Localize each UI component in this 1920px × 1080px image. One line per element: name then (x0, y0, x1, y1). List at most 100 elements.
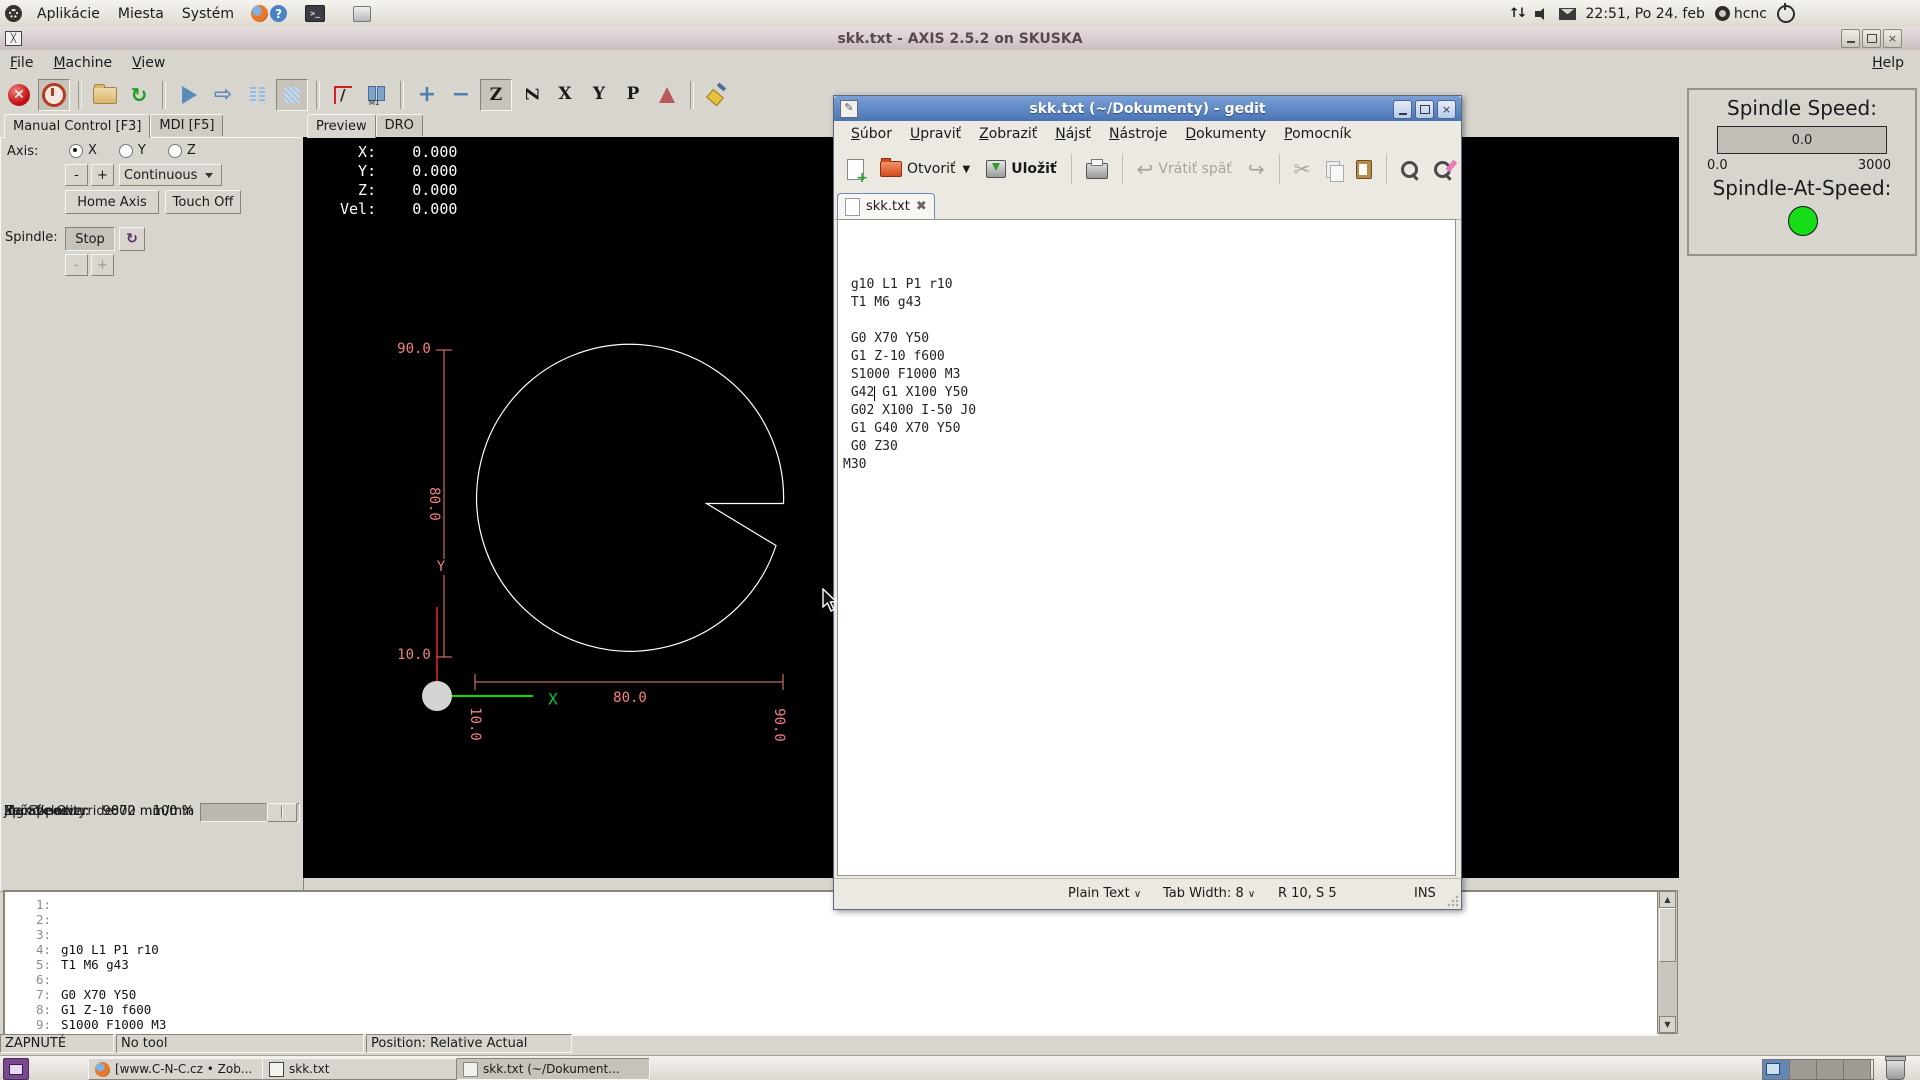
user-menu[interactable]: hcnc (1715, 6, 1767, 22)
clear-plot-button[interactable] (702, 80, 732, 110)
copy-button[interactable] (1321, 152, 1345, 186)
program-line[interactable]: 7: G0 X70 Y50 (5, 987, 1657, 1002)
gedit-close-button[interactable]: × (1437, 100, 1456, 119)
workspace-2[interactable] (1790, 1060, 1817, 1079)
machine-power-button[interactable] (38, 79, 70, 111)
zoom-in-button[interactable]: + (412, 80, 442, 110)
distro-logo-icon[interactable] (5, 5, 22, 22)
spindle-plus-button[interactable]: + (91, 254, 114, 276)
open-file-button[interactable] (90, 80, 120, 110)
program-listing[interactable]: 1: 2: 3: 4: g10 L1 P1 r10 5: T1 M6 g43 6… (3, 890, 1659, 1036)
cut-button[interactable]: ✂ (1289, 152, 1316, 186)
workspace-4[interactable] (1844, 1060, 1871, 1079)
touch-off-button[interactable]: Touch Off (165, 190, 241, 214)
volume-icon[interactable] (1535, 8, 1549, 20)
step-button[interactable]: ⇨ (208, 80, 238, 110)
view-button[interactable]: Z (480, 79, 512, 111)
gedit-minimize-button[interactable] (1393, 100, 1412, 119)
skip-lines-button[interactable] (328, 80, 358, 110)
gedit-menu[interactable]: Upraviť (901, 126, 970, 142)
spindle-minus-button[interactable]: - (65, 254, 88, 276)
replace-button[interactable] (1429, 152, 1456, 186)
program-line[interactable]: 8: G1 Z-10 f600 (5, 1002, 1657, 1017)
show-desktop-button[interactable] (3, 1058, 29, 1080)
tab-mdi-f5-[interactable]: MDI [F5] (150, 114, 223, 136)
trash-icon[interactable] (1886, 1058, 1905, 1080)
estop-button[interactable]: ✕ (4, 80, 34, 110)
gedit-menu[interactable]: Dokumenty (1176, 126, 1275, 142)
rotate-view-button[interactable] (652, 80, 682, 110)
save-button[interactable]: Uložiť (981, 152, 1061, 186)
menu-help[interactable]: Help (1862, 55, 1914, 71)
axis-maximize-button[interactable] (1862, 29, 1881, 48)
gedit-menu[interactable]: Nájsť (1046, 126, 1100, 142)
print-button[interactable] (1081, 152, 1113, 186)
workspace-3[interactable] (1817, 1060, 1844, 1079)
tab-dro[interactable]: DRO (376, 114, 423, 136)
spindle-brake-button[interactable]: ↻ (119, 227, 145, 251)
redo-button[interactable]: ↪ (1243, 152, 1270, 186)
view-button[interactable]: Z (516, 79, 546, 109)
scroll-up-icon[interactable]: ▲ (1659, 891, 1676, 908)
program-line[interactable]: 2: (5, 912, 1657, 927)
program-line[interactable]: 4: g10 L1 P1 r10 (5, 942, 1657, 957)
home-axis-button[interactable]: Home Axis (65, 190, 159, 214)
gedit-menu[interactable]: Zobraziť (970, 126, 1046, 142)
resize-grip[interactable] (1447, 895, 1459, 907)
program-scrollbar[interactable]: ▲ ▼ (1657, 890, 1678, 1034)
terminal-launcher-icon[interactable]: >_ (305, 5, 325, 22)
taskbar-task-button[interactable]: [www.C-N-C.cz • Zob... (88, 1058, 272, 1080)
power-icon[interactable] (1777, 5, 1795, 23)
jog-mode-dropdown[interactable]: Continuous (119, 164, 222, 186)
axis-titlebar[interactable]: ╳ skk.txt - AXIS 2.5.2 on SKUSKA (0, 27, 1920, 51)
slider-track[interactable] (200, 803, 300, 822)
axis-menu[interactable]: File (0, 55, 43, 71)
zoom-out-button[interactable]: − (446, 80, 476, 110)
archiver-launcher-icon[interactable] (353, 6, 371, 22)
gedit-titlebar[interactable]: ✎ skk.txt (~/Dokumenty) - gedit (834, 96, 1461, 121)
axis-menu[interactable]: View (122, 55, 175, 71)
search-button[interactable] (1396, 152, 1423, 186)
reload-file-button[interactable]: ↻ (124, 80, 154, 110)
document-tab[interactable]: skk.txt ✖ (837, 193, 935, 219)
tab-manual-control-f3-[interactable]: Manual Control [F3] (4, 114, 150, 138)
undo-button[interactable]: ↩ Vrátiť späť (1132, 152, 1237, 186)
axis-radio[interactable]: X (69, 143, 97, 158)
taskbar-task-button[interactable]: skk.txt (~/Dokument... (456, 1058, 650, 1080)
view-button[interactable]: X (550, 79, 580, 109)
program-line[interactable]: 9: S1000 F1000 M3 (5, 1017, 1657, 1032)
run-program-button[interactable] (174, 80, 204, 110)
program-line[interactable]: 5: T1 M6 g43 (5, 957, 1657, 972)
axis-radio[interactable]: Y (119, 143, 146, 158)
gedit-menu[interactable]: Nástroje (1100, 126, 1176, 142)
clock[interactable]: 22:51, Po 24. feb (1586, 6, 1705, 22)
gedit-text-area[interactable]: g10 L1 P1 r10 T1 M6 g43 G0 X70 Y50 G1 Z-… (837, 219, 1456, 876)
jog-plus-button[interactable]: + (91, 164, 114, 186)
workspace-1[interactable] (1763, 1060, 1790, 1079)
gedit-menu[interactable]: Pomocník (1275, 126, 1360, 142)
workspace-switcher[interactable] (1762, 1059, 1874, 1080)
gedit-maximize-button[interactable] (1415, 100, 1434, 119)
firefox-launcher-icon[interactable] (251, 5, 268, 22)
panel-menu[interactable]: Miesta (109, 6, 173, 22)
mail-icon[interactable] (1559, 8, 1576, 20)
program-line[interactable]: 3: (5, 927, 1657, 942)
new-document-button[interactable] (842, 152, 869, 186)
panel-menu[interactable]: Systém (173, 6, 243, 22)
help-launcher-icon[interactable]: ? (270, 5, 287, 22)
axis-menu[interactable]: Machine (43, 55, 122, 71)
tab-close-icon[interactable]: ✖ (916, 199, 927, 214)
optional-pause-button[interactable]: M1 (362, 80, 392, 110)
language-selector[interactable]: Plain Text ∨ (1068, 886, 1141, 901)
open-button[interactable]: Otvoriť ▼ (875, 152, 975, 186)
spindle-stop-button[interactable]: Stop (65, 227, 115, 251)
gedit-menu[interactable]: Súbor (842, 126, 901, 142)
tab-preview[interactable]: Preview (307, 114, 376, 138)
jog-minus-button[interactable]: - (65, 164, 88, 186)
program-line[interactable]: 6: (5, 972, 1657, 987)
axis-close-button[interactable]: × (1883, 29, 1902, 48)
scrollbar-thumb[interactable] (1659, 908, 1676, 962)
panel-menu[interactable]: Aplikácie (28, 6, 109, 22)
axis-radio[interactable]: Z (168, 143, 196, 158)
pause-button[interactable] (242, 80, 272, 110)
